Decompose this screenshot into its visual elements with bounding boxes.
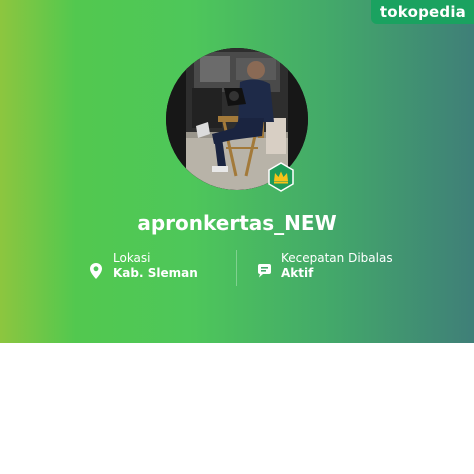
response-speed-label: Kecepatan Dibalas [281,251,393,265]
location-pin-icon [90,263,102,279]
crown-icon [268,162,294,192]
shop-info-row: Lokasi Kab. Sleman Kecepatan Dibalas Akt… [0,250,474,290]
tokopedia-logo: tokopedia [370,0,474,24]
profile-card: tokopedia apronkertas_NEW Lokasi Kab. Sl… [0,0,474,343]
info-divider [236,250,237,286]
official-store-badge [267,162,295,192]
location-value: Kab. Sleman [113,266,198,280]
shop-username: apronkertas_NEW [137,211,337,235]
location-label: Lokasi [113,251,151,265]
response-speed-value: Aktif [281,266,314,280]
chat-bubble-icon [258,264,271,278]
